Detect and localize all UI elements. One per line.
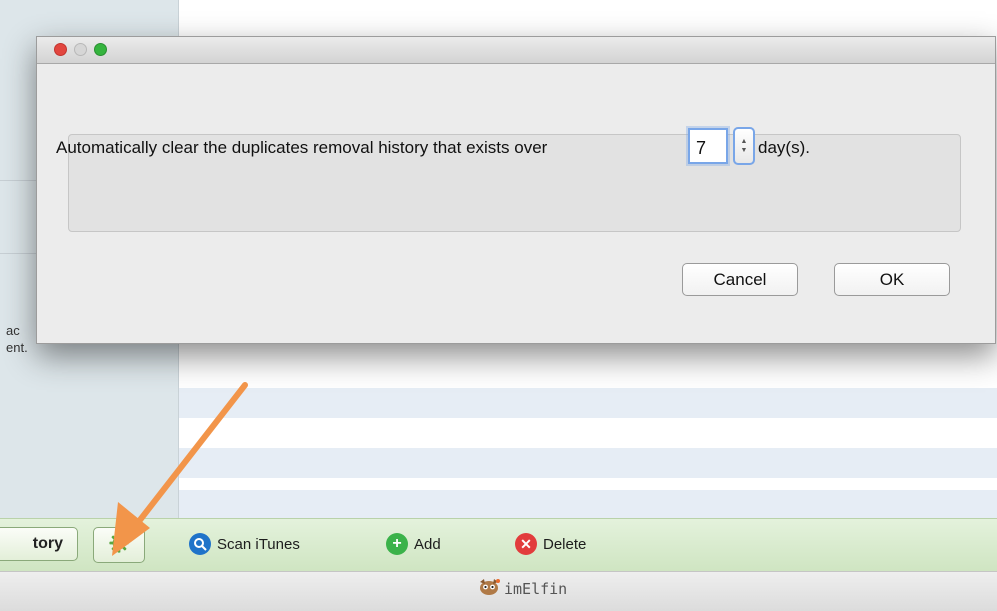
dialog-titlebar bbox=[37, 37, 995, 64]
list-row bbox=[179, 490, 997, 520]
plus-icon: + bbox=[386, 533, 408, 555]
imelfin-logo-icon bbox=[478, 578, 500, 600]
days-unit-label: day(s). bbox=[758, 138, 810, 157]
zoom-window-button[interactable] bbox=[94, 43, 107, 56]
scan-itunes-button[interactable]: Scan iTunes bbox=[189, 532, 300, 556]
gear-icon bbox=[108, 532, 130, 559]
list-row bbox=[179, 388, 997, 418]
ok-button[interactable]: OK bbox=[834, 263, 950, 296]
sidebar-text-line2: ent. bbox=[6, 340, 28, 355]
days-input[interactable] bbox=[688, 128, 728, 164]
brand: imElfin bbox=[478, 578, 567, 600]
brand-name: imElfin bbox=[504, 580, 568, 598]
cancel-button-label: Cancel bbox=[713, 269, 767, 289]
list-row bbox=[179, 448, 997, 478]
bottom-toolbar bbox=[0, 518, 997, 571]
close-icon: ✕ bbox=[515, 533, 537, 555]
add-label: Add bbox=[414, 535, 441, 553]
history-button-label: tory bbox=[32, 535, 63, 552]
delete-button[interactable]: ✕ Delete bbox=[515, 532, 586, 556]
preferences-dialog bbox=[36, 36, 996, 344]
ok-button-label: OK bbox=[879, 269, 905, 289]
history-message: Automatically clear the duplicates remov… bbox=[56, 138, 548, 157]
search-icon bbox=[189, 533, 211, 555]
stepper-down-icon[interactable]: ▼ bbox=[741, 146, 748, 155]
scan-itunes-label: Scan iTunes bbox=[217, 535, 300, 553]
history-button[interactable]: tory bbox=[0, 527, 78, 561]
delete-label: Delete bbox=[543, 535, 587, 553]
minimize-window-button[interactable] bbox=[74, 43, 87, 56]
add-button[interactable]: + Add bbox=[386, 532, 441, 556]
settings-button[interactable] bbox=[93, 527, 145, 563]
close-window-button[interactable] bbox=[54, 43, 67, 56]
cancel-button[interactable]: Cancel bbox=[682, 263, 798, 296]
days-stepper[interactable]: ▲ ▼ bbox=[733, 127, 755, 165]
sidebar-text-line1: ac bbox=[6, 323, 20, 338]
stepper-up-icon[interactable]: ▲ bbox=[741, 137, 748, 146]
